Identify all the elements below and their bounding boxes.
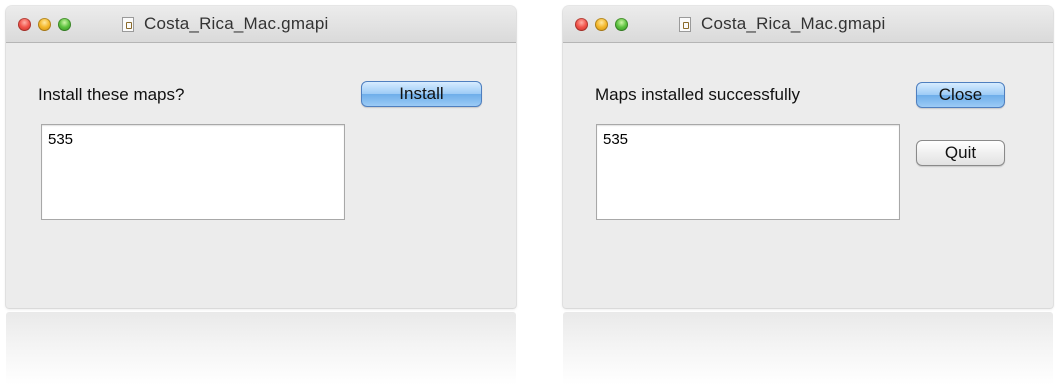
install-button[interactable]: Install (361, 81, 482, 107)
quit-button[interactable]: Quit (916, 140, 1005, 166)
titlebar: Costa_Rica_Mac.gmapi (6, 6, 516, 43)
stage: Costa_Rica_Mac.gmapi Install these maps?… (0, 0, 1055, 385)
install-prompt: Install these maps? (38, 85, 185, 104)
titlebar: Costa_Rica_Mac.gmapi (563, 6, 1053, 43)
zoom-window-icon[interactable] (615, 18, 628, 31)
close-button[interactable]: Close (916, 82, 1005, 108)
zoom-window-icon[interactable] (58, 18, 71, 31)
minimize-window-icon[interactable] (38, 18, 51, 31)
window-reflection (563, 312, 1053, 385)
maps-list-textbox[interactable]: 535 (596, 124, 900, 220)
success-dialog-window: Costa_Rica_Mac.gmapi Maps installed succ… (563, 6, 1053, 308)
maps-list-textbox[interactable]: 535 (41, 124, 345, 220)
install-dialog-window: Costa_Rica_Mac.gmapi Install these maps?… (6, 6, 516, 308)
map-list-value: 535 (48, 131, 74, 148)
window-title: Costa_Rica_Mac.gmapi (144, 14, 329, 33)
close-window-icon[interactable] (18, 18, 31, 31)
window-title: Costa_Rica_Mac.gmapi (701, 14, 886, 33)
window-reflection (6, 312, 516, 385)
success-message: Maps installed successfully (595, 85, 801, 104)
document-icon[interactable] (122, 17, 134, 32)
map-list-value: 535 (603, 131, 629, 148)
document-icon[interactable] (679, 17, 691, 32)
minimize-window-icon[interactable] (595, 18, 608, 31)
close-window-icon[interactable] (575, 18, 588, 31)
